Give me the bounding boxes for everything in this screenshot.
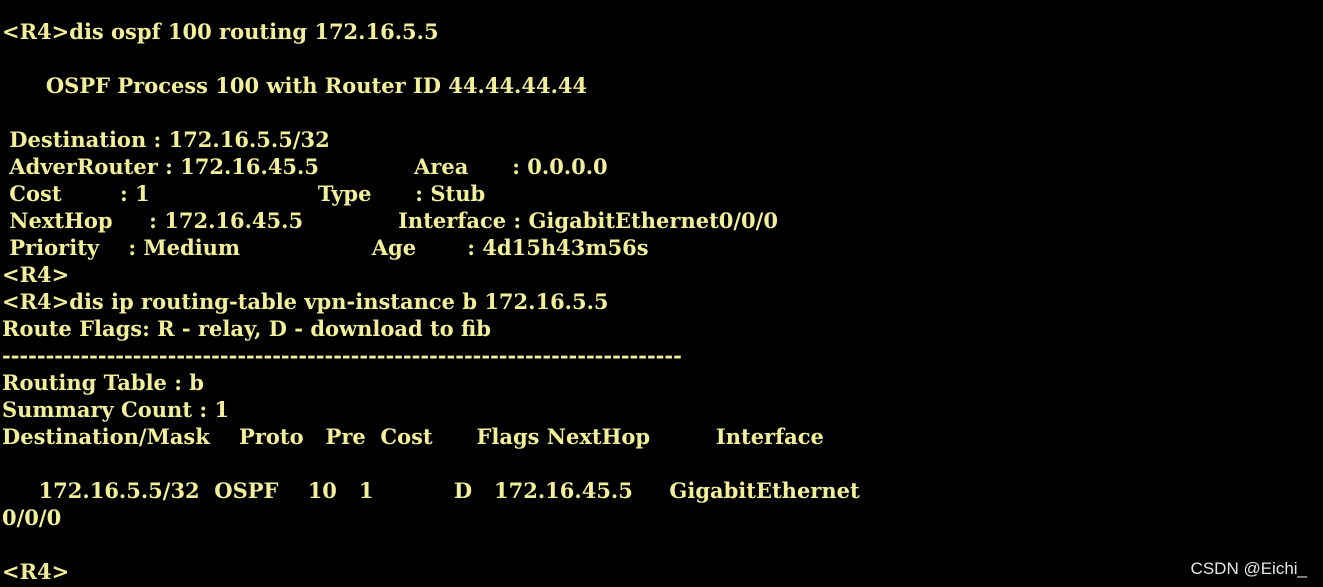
terminal-line-separator: ----------------------------------------…: [2, 343, 682, 368]
terminal-line-route-flags: Route Flags: R - relay, D - download to …: [2, 316, 491, 341]
terminal-line-prompt: <R4>: [2, 262, 70, 287]
terminal-line-route-entry: 172.16.5.5/32 OSPF 10 1 D 172.16.45.5 Gi…: [2, 478, 860, 503]
terminal-window[interactable]: <R4>dis ospf 100 routing 172.16.5.5 OSPF…: [0, 18, 1323, 587]
terminal-line-table-header: Destination/Mask Proto Pre Cost Flags Ne…: [2, 424, 824, 449]
terminal-line-priority: Priority : Medium Age : 4d15h43m56s: [2, 235, 649, 260]
terminal-line-route-entry-wrap: 0/0/0: [2, 505, 62, 530]
terminal-line-destination: Destination : 172.16.5.5/32: [2, 127, 330, 152]
terminal-line-summary-count: Summary Count : 1: [2, 397, 230, 422]
watermark-text: CSDN @Eichi_: [1190, 559, 1307, 578]
terminal-line-command-ospf: <R4>dis ospf 100 routing 172.16.5.5: [2, 19, 439, 44]
terminal-line-adver-router: AdverRouter : 172.16.45.5 Area : 0.0.0.0: [2, 154, 608, 179]
terminal-line-cost: Cost : 1 Type : Stub: [2, 181, 486, 206]
terminal-line-ospf-process: OSPF Process 100 with Router ID 44.44.44…: [2, 73, 588, 98]
terminal-line-routing-table: Routing Table : b: [2, 370, 204, 395]
terminal-line-command-routing: <R4>dis ip routing-table vpn-instance b …: [2, 289, 609, 314]
terminal-line-prompt-final: <R4>: [2, 559, 70, 584]
terminal-line-next-hop: NextHop : 172.16.45.5 Interface : Gigabi…: [2, 208, 778, 233]
